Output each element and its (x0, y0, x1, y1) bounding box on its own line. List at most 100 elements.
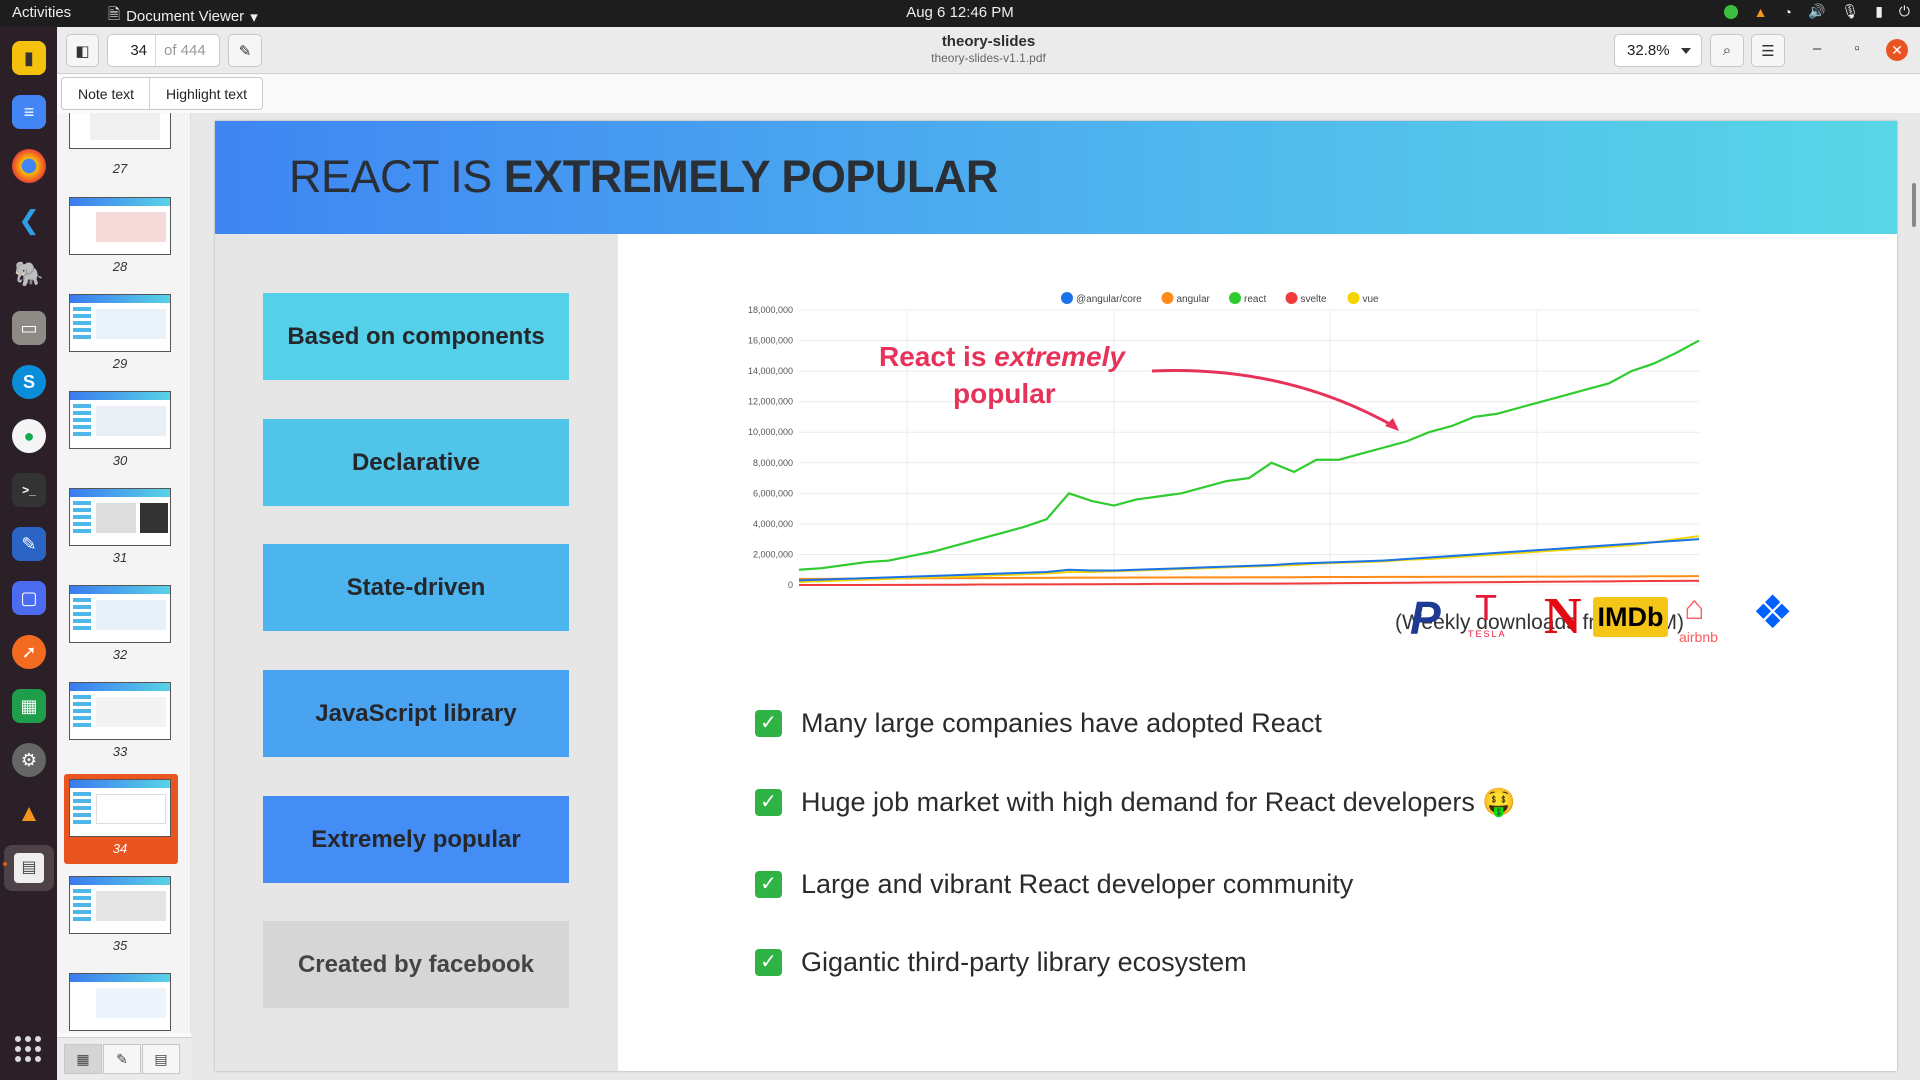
thumbnail-number: 32 (112, 647, 128, 662)
postman-icon[interactable]: ➚ (12, 635, 46, 669)
clock[interactable]: Aug 6 12:46 PM (0, 4, 1920, 21)
wifi-icon[interactable]: ◔ (1784, 4, 1792, 20)
grid-icon: ▦ (76, 1051, 90, 1067)
legend-swatch (1061, 292, 1073, 304)
chart-annotation: React is extremely (879, 341, 1126, 372)
volume-icon[interactable]: 🔊 (1808, 3, 1825, 20)
close-button[interactable]: ✕ (1886, 39, 1908, 61)
bullet-text: Huge job market with high demand for Rea… (801, 787, 1516, 817)
y-tick-label: 4,000,000 (753, 519, 793, 529)
thumbnail-number: 31 (112, 550, 128, 565)
search-button[interactable]: ⌕ (1710, 34, 1744, 67)
header-bar: ◧ 34 of 444 ✎ theory-slides theory-slide… (57, 27, 1920, 74)
y-tick-label: 10,000,000 (748, 427, 793, 437)
text-editor-icon[interactable]: ✎ (12, 527, 46, 561)
thumbnail-page[interactable] (69, 585, 171, 643)
minimize-button[interactable]: – (1806, 40, 1828, 62)
vertical-scrollbar[interactable] (1912, 183, 1916, 227)
bullet-text: Many large companies have adopted React (801, 708, 1322, 738)
thumbnail-page[interactable] (69, 113, 171, 149)
outline-view-button[interactable]: ▤ (142, 1044, 180, 1074)
thumbnails-view-button[interactable]: ▦ (64, 1044, 102, 1074)
files-icon[interactable]: ▭ (12, 311, 46, 345)
zoom-value: 32.8% (1627, 42, 1670, 59)
settings-icon[interactable]: ⚙ (12, 743, 46, 777)
show-apps-icon[interactable] (15, 1036, 41, 1062)
y-tick-label: 6,000,000 (753, 488, 793, 498)
check-icon: ✓ (755, 871, 782, 898)
thumbnail-page[interactable] (69, 973, 171, 1031)
feature-box: Extremely popular (263, 796, 569, 883)
note-text-button[interactable]: Note text (62, 78, 149, 109)
legend-label: @angular/core (1076, 294, 1142, 305)
vlc-icon[interactable]: ▲ (12, 797, 46, 831)
thumbnail-page[interactable] (69, 197, 171, 255)
legend-swatch (1347, 292, 1360, 304)
feature-box: State-driven (263, 544, 569, 631)
document-view[interactable]: REACT IS EXTREMELY POPULAR Based on comp… (191, 113, 1920, 1080)
terminal-icon[interactable]: >_ (12, 473, 46, 507)
update-icon[interactable] (1723, 4, 1738, 19)
screenshot-icon[interactable]: ▢ (12, 581, 46, 615)
close-icon: ✕ (1891, 42, 1903, 58)
chart-legend: @angular/core angular react svelte vue (1061, 292, 1379, 305)
notes-app-icon[interactable]: ▮ (12, 41, 46, 75)
thumbnail-number: 29 (112, 356, 128, 371)
series-line-angularcore (798, 538, 1700, 582)
bullet-text: Large and vibrant React developer commun… (801, 869, 1354, 899)
spreadsheet-icon[interactable]: ▦ (12, 689, 46, 723)
y-tick-label: 8,000,000 (753, 458, 793, 468)
thumbnail-page-current[interactable] (69, 779, 171, 837)
skype-icon[interactable]: S (12, 365, 46, 399)
y-tick-label: 2,000,000 (753, 549, 793, 559)
zoom-selector[interactable]: 32.8% (1614, 34, 1702, 67)
vscode-icon[interactable]: ❮ (12, 203, 46, 237)
microphone-icon[interactable]: 🎙 (1841, 3, 1859, 20)
docs-app-icon[interactable]: ≡ (12, 95, 46, 129)
netflix-logo: N (1544, 588, 1582, 645)
feature-box: Based on components (263, 293, 569, 380)
postgres-icon[interactable]: 🐘 (12, 257, 46, 291)
feature-box: Created by facebook (263, 921, 569, 1008)
feature-label: JavaScript library (315, 699, 517, 727)
chevron-down-icon (1681, 48, 1691, 54)
edit-icon: ✎ (116, 1051, 128, 1067)
y-tick-label: 12,000,000 (748, 397, 793, 407)
power-icon[interactable]: ⏻ (1899, 3, 1910, 20)
thumbnail-page[interactable] (69, 876, 171, 934)
thumbnail-page[interactable] (69, 488, 171, 546)
legend-label: angular (1177, 294, 1211, 305)
feature-label: State-driven (346, 573, 486, 601)
thumbnail-number: 28 (112, 259, 128, 274)
thumbnail-sidebar[interactable]: 27 28 29 30 31 32 33 34 35 (57, 113, 191, 1033)
thumbnail-page[interactable] (69, 391, 171, 449)
dropbox-logo: ❖ (1752, 586, 1794, 638)
thumbnail-page[interactable] (69, 682, 171, 740)
menu-button[interactable]: ☰ (1751, 34, 1785, 67)
line-chart: 0 2,000,000 4,000,000 6,000,000 8,000,000 10,… (748, 292, 1700, 590)
annotations-view-button[interactable]: ✎ (103, 1044, 141, 1074)
title-plain: REACT IS (289, 151, 504, 202)
mongodb-icon[interactable]: ● (12, 419, 46, 453)
thumbnail-number: 33 (112, 744, 128, 759)
feature-box: Declarative (263, 419, 569, 506)
chrome-icon[interactable] (12, 149, 46, 183)
bullet-item: ✓ Large and vibrant React developer commu… (755, 869, 1353, 900)
maximize-button[interactable]: ▫ (1846, 40, 1868, 62)
battery-icon[interactable]: ▮ (1875, 3, 1883, 20)
imdb-logo: IMDb (1593, 597, 1668, 637)
tesla-wordmark: TESLA (1468, 629, 1507, 639)
system-tray[interactable]: ▲ ◔ 🔊 🎙 ▮ ⏻ (1723, 3, 1910, 20)
vlc-tray-icon[interactable]: ▲ (1754, 4, 1768, 20)
legend-label: vue (1363, 294, 1380, 305)
y-tick-label: 16,000,000 (748, 336, 793, 346)
slide-page: REACT IS EXTREMELY POPULAR Based on comp… (215, 121, 1897, 1071)
document-viewer-icon[interactable]: ▤ (4, 845, 54, 891)
slide-banner: REACT IS EXTREMELY POPULAR (215, 121, 1897, 234)
thumbnail-number: 34 (112, 841, 128, 856)
highlight-text-button[interactable]: Highlight text (149, 78, 262, 109)
feature-box: JavaScript library (263, 670, 569, 757)
thumbnail-page[interactable] (69, 294, 171, 352)
legend-label: svelte (1301, 294, 1328, 305)
legend-label: react (1244, 294, 1266, 305)
